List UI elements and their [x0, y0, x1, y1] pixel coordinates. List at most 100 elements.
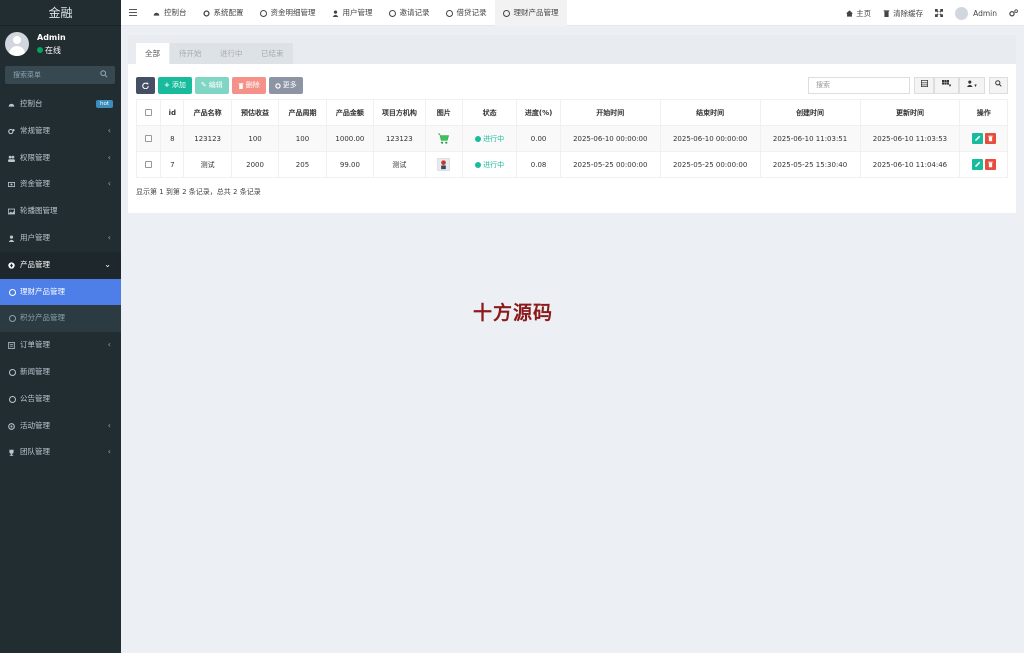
table-row[interactable]: 7 测试 2000 205 99.00 测试 进行中 0.08 2025-05-… [135, 151, 1008, 178]
sidebar-item-products[interactable]: 产品管理 ⌄ [0, 251, 121, 279]
column-header[interactable]: 项目方机构 [373, 99, 426, 126]
circle-icon [9, 288, 16, 296]
filter-tab-ended[interactable]: 已结束 [252, 43, 293, 64]
row-delete-button[interactable] [984, 159, 996, 170]
tab-finance-products[interactable]: 理财产品管理 [494, 0, 567, 26]
cell-updated: 2025-06-10 11:03:53 [859, 125, 961, 152]
circle-icon [9, 315, 16, 323]
refresh-icon [142, 82, 149, 89]
tab-invite-records[interactable]: 邀请记录 [381, 0, 438, 26]
column-header[interactable]: id [160, 99, 185, 126]
column-header[interactable]: 进度(%) [516, 99, 561, 126]
circle-icon [259, 9, 267, 17]
trash-icon [238, 82, 244, 89]
cell-image[interactable] [424, 151, 463, 178]
filter-tab-ongoing[interactable]: 进行中 [211, 43, 252, 64]
trophy-icon [9, 450, 14, 457]
cell-created: 2025-06-10 11:03:51 [759, 125, 861, 152]
circle-icon [502, 9, 510, 17]
column-header[interactable]: 更新时间 [859, 99, 961, 126]
brand-logo[interactable]: 金融 [0, 0, 121, 26]
tab-dashboard[interactable]: 控制台 [145, 0, 195, 26]
home-icon [846, 9, 854, 17]
advanced-search-button[interactable] [989, 77, 1008, 94]
circle-icon [9, 368, 16, 376]
trash-icon [988, 161, 993, 168]
sidebar-item-funds[interactable]: 资金管理 ‹ [0, 171, 121, 198]
row-delete-button[interactable] [984, 133, 996, 144]
table-search-input[interactable]: 搜索 [808, 77, 910, 94]
toggle-view-button[interactable] [914, 77, 934, 94]
cell-cycle: 205 [278, 151, 327, 178]
menu-toggle-icon[interactable] [129, 9, 137, 17]
circle-icon [388, 9, 396, 17]
column-header[interactable]: 状态 [461, 99, 518, 126]
column-header[interactable]: 结束时间 [659, 99, 761, 126]
cell-id: 8 [160, 125, 185, 152]
products-table: id 产品名称 预估收益 产品周期 产品金额 项目方机构 图片 状态 进度(%)… [135, 99, 1008, 178]
columns-dropdown[interactable]: ▾ [934, 77, 959, 94]
row-checkbox[interactable] [135, 125, 162, 152]
sidebar-item-team[interactable]: 团队管理 ‹ [0, 439, 121, 466]
cell-image[interactable] [424, 125, 463, 152]
sidebar-item-users[interactable]: 用户管理 ‹ [0, 225, 121, 252]
tab-loan-records[interactable]: 借贷记录 [438, 0, 495, 26]
refresh-button[interactable] [136, 77, 155, 94]
tab-fund-details[interactable]: 资金明细管理 [252, 0, 324, 26]
sidebar-item-points-products[interactable]: 积分产品管理 [0, 305, 121, 333]
cogs-icon [8, 128, 15, 134]
sidebar-item-orders[interactable]: 订单管理 ‹ [0, 332, 121, 359]
cell-income: 100 [230, 125, 280, 152]
filter-tab-all[interactable]: 全部 [136, 43, 169, 64]
column-header[interactable]: 图片 [424, 99, 463, 126]
sidebar-item-news[interactable]: 新闻管理 [0, 359, 121, 386]
table-row[interactable]: 8 123123 100 100 1000.00 123123 进行中 0.00… [135, 125, 1008, 152]
delete-button[interactable]: 删除 [231, 77, 266, 94]
table-header-row: id 产品名称 预估收益 产品周期 产品金额 项目方机构 图片 状态 进度(%)… [135, 99, 1008, 126]
fullscreen-button[interactable] [935, 9, 944, 17]
cart-thumbnail-icon[interactable] [437, 132, 450, 145]
cell-end: 2025-06-10 00:00:00 [659, 125, 761, 152]
user-menu[interactable]: Admin [955, 6, 997, 20]
sidebar-item-general[interactable]: 常规管理 ‹ [0, 118, 121, 145]
column-header[interactable]: 产品周期 [278, 99, 327, 126]
home-link[interactable]: 主页 [846, 8, 871, 19]
settings-button[interactable] [1009, 9, 1018, 17]
pencil-icon: ✎ [200, 81, 207, 89]
search-icon[interactable] [100, 70, 108, 78]
tab-user-management[interactable]: 用户管理 [324, 0, 381, 26]
clear-cache-button[interactable]: 清除缓存 [883, 8, 923, 19]
more-button[interactable]: 更多 [268, 77, 303, 94]
row-edit-button[interactable] [971, 133, 983, 144]
sidebar-item-dashboard[interactable]: 控制台 hot [0, 91, 121, 118]
column-header[interactable]: 预估收益 [230, 99, 280, 126]
column-header[interactable]: 产品名称 [183, 99, 232, 126]
sidebar-item-permission[interactable]: 权限管理 ‹ [0, 145, 121, 172]
sidebar-item-notices[interactable]: 公告管理 [0, 386, 121, 413]
sidebar-item-carousel[interactable]: 轮播图管理 [0, 198, 121, 225]
select-all-checkbox[interactable] [135, 99, 162, 126]
row-checkbox[interactable] [135, 151, 162, 178]
cell-income: 2000 [230, 151, 280, 178]
list-icon [8, 342, 15, 350]
sidebar-item-finance-products[interactable]: 理财产品管理 [0, 278, 121, 306]
add-button[interactable]: + 添加 [158, 77, 192, 94]
tab-system-config[interactable]: 系统配置 [195, 0, 252, 26]
filter-tab-pending[interactable]: 待开始 [170, 43, 211, 64]
edit-button[interactable]: ✎ 编辑 [194, 77, 229, 94]
column-header[interactable]: 产品金额 [325, 99, 375, 126]
avatar-thumbnail-icon[interactable] [437, 158, 451, 171]
trash-icon [883, 9, 890, 17]
menu-search-input[interactable]: 搜索菜单 [5, 66, 115, 84]
row-edit-button[interactable] [971, 159, 983, 170]
column-header[interactable]: 创建时间 [759, 99, 861, 126]
cell-actions [959, 151, 1008, 178]
sidebar-item-activities[interactable]: 活动管理 ‹ [0, 413, 121, 440]
cell-created: 2025-05-25 15:30:40 [759, 151, 861, 178]
export-dropdown[interactable]: ▾ [959, 77, 985, 94]
sidebar-menu: 控制台 hot 常规管理 ‹ 权限管理 ‹ 资金管理 ‹ 轮播图管理 用户管理 ‹ 产品… [0, 91, 121, 466]
fullscreen-icon [935, 9, 944, 17]
pagination-info: 显示第 1 到第 2 条记录，总共 2 条记录 [136, 188, 261, 196]
column-header[interactable]: 开始时间 [559, 99, 661, 126]
gear-icon [202, 9, 210, 17]
